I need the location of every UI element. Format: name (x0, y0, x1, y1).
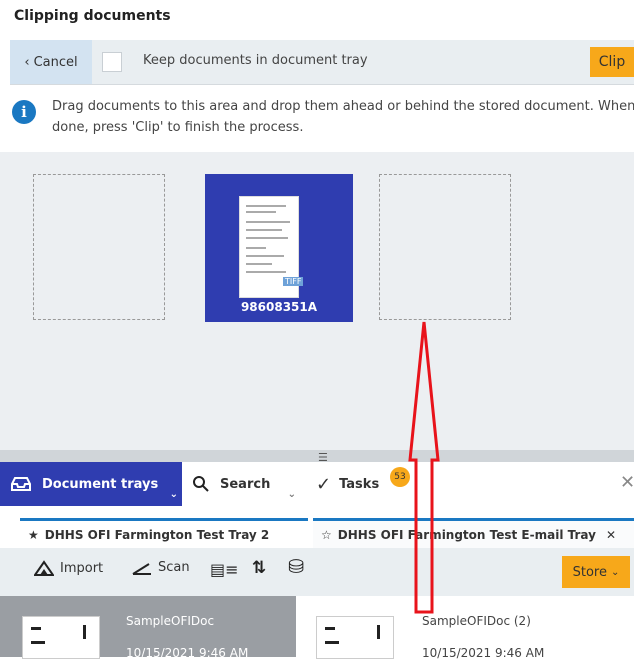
star-outline-icon[interactable]: ☆ (321, 528, 332, 542)
info-icon: i (12, 100, 36, 124)
check-icon: ✓ (316, 473, 332, 495)
document-date: 10/15/2021 9:46 AM (422, 646, 545, 660)
page-title: Clipping documents (14, 8, 171, 24)
drop-slot-after[interactable] (379, 174, 511, 320)
import-button[interactable]: Import (34, 560, 103, 576)
document-date: 10/15/2021 9:46 AM (126, 646, 249, 660)
clip-toolbar: ‹ Cancel Keep documents in document tray… (10, 40, 634, 85)
search-icon (193, 476, 209, 492)
chevron-down-icon[interactable]: ⌄ (288, 489, 296, 500)
document-title: SampleOFIDoc (2) (422, 614, 531, 628)
tab-tasks[interactable]: ✓ Tasks (316, 462, 379, 506)
tray-tab-label: DHHS OFI Farmington Test E-mail Tray (337, 527, 596, 542)
clip-button[interactable]: Clip (590, 47, 634, 77)
drop-slot-before[interactable] (33, 174, 165, 320)
import-label: Import (60, 560, 104, 576)
tab-label: Document trays (42, 476, 159, 492)
tray-tab-active[interactable]: ★ DHHS OFI Farmington Test Tray 2 (20, 518, 308, 548)
panel-splitter[interactable] (0, 450, 634, 462)
scan-label: Scan (158, 560, 190, 575)
cancel-label: Cancel (33, 54, 78, 70)
cancel-button[interactable]: ‹ Cancel (10, 40, 92, 84)
tab-document-trays[interactable]: Document trays ⌄ (0, 462, 182, 506)
info-text: Drag documents to this area and drop the… (52, 99, 634, 135)
database-icon[interactable]: ⛁ (288, 556, 304, 578)
document-thumbnail (22, 616, 100, 659)
scan-icon (132, 562, 151, 575)
keep-documents-checkbox[interactable] (102, 52, 122, 72)
keep-documents-label: Keep documents in document tray (143, 53, 368, 68)
star-filled-icon[interactable]: ★ (28, 528, 39, 542)
document-title: SampleOFIDoc (126, 614, 215, 628)
tray-tab[interactable]: ☆ DHHS OFI Farmington Test E-mail Tray ✕ (313, 518, 634, 548)
close-icon[interactable]: ✕ (620, 472, 634, 493)
document-name: 98608351A (240, 300, 318, 314)
sort-icon[interactable]: ⇅ (252, 558, 266, 578)
scan-button[interactable]: Scan (132, 560, 190, 575)
chevron-down-icon[interactable]: ⌄ (170, 489, 178, 500)
tab-label: Search (220, 476, 271, 492)
layout-icon[interactable]: ▤≡ (210, 560, 239, 579)
store-button[interactable]: Store ⌄ (562, 556, 630, 588)
tiff-badge: TIFF (283, 277, 304, 286)
document-thumbnail (316, 616, 394, 659)
chevron-left-icon: ‹ (24, 54, 30, 70)
tray-tab-label: DHHS OFI Farmington Test Tray 2 (44, 527, 270, 542)
tasks-count-badge: 53 (390, 467, 410, 487)
list-item[interactable]: SampleOFIDoc (2) 10/15/2021 9:46 AM (296, 596, 634, 660)
list-item[interactable]: SampleOFIDoc 10/15/2021 9:46 AM (0, 596, 296, 660)
tab-label: Tasks (339, 476, 380, 492)
close-tab-icon[interactable]: ✕ (606, 528, 616, 542)
chevron-down-icon: ⌄ (610, 566, 620, 578)
stored-document-card[interactable]: TIFF 98608351A (205, 174, 353, 322)
import-icon (34, 560, 54, 576)
tab-search[interactable]: Search ⌄ (192, 462, 300, 506)
store-label: Store (572, 564, 607, 580)
tray-icon (11, 477, 31, 491)
